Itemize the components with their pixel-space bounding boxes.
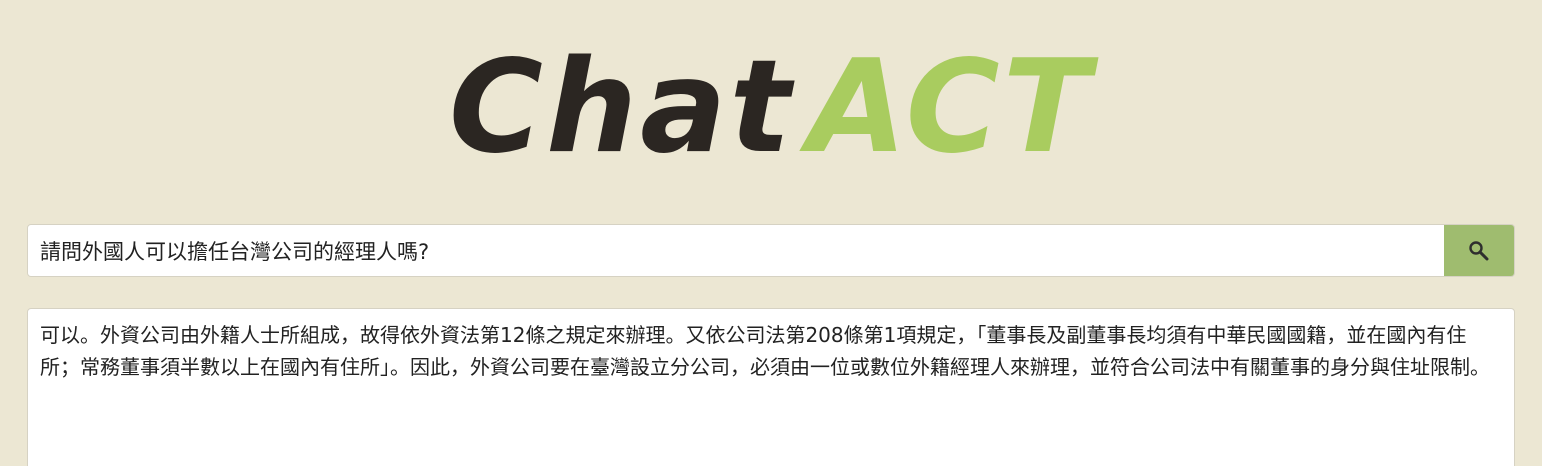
search-button[interactable] — [1444, 225, 1514, 276]
search-input[interactable] — [28, 225, 1444, 276]
chatact-logo: Chat ACT — [0, 38, 1542, 178]
logo-act-text: ACT — [807, 33, 1093, 182]
page: ChatACT 可以。外資公司由外籍人士所組成，故得依外資法第12條之規定來辦理… — [0, 0, 1542, 466]
answer-box: 可以。外資公司由外籍人士所組成，故得依外資法第12條之規定來辦理。又依公司法第2… — [27, 308, 1515, 466]
logo-chat-text: Chat — [449, 33, 794, 182]
search-icon — [1469, 240, 1489, 260]
search-bar — [27, 224, 1515, 277]
